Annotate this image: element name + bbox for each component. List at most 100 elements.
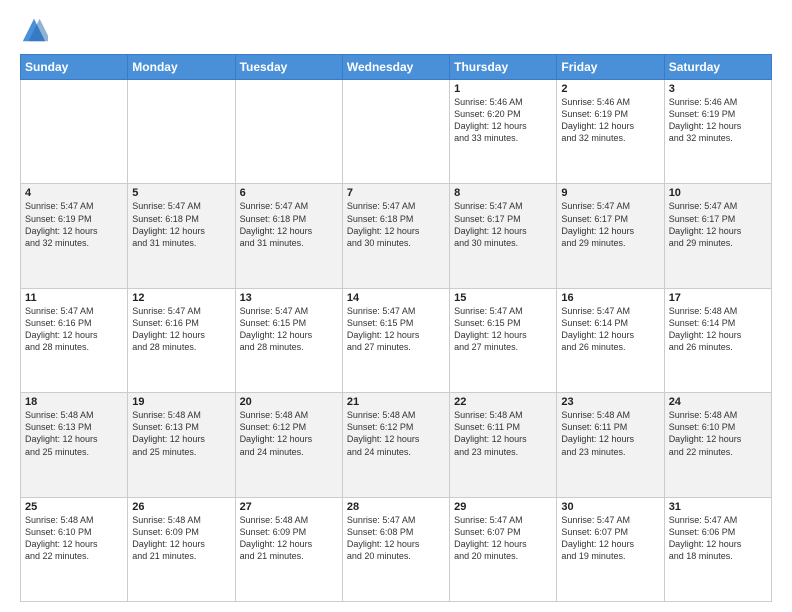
day-number: 20: [240, 396, 338, 408]
day-cell-15: 15Sunrise: 5:47 AM Sunset: 6:15 PM Dayli…: [450, 288, 557, 392]
day-number: 24: [669, 396, 767, 408]
logo: [20, 16, 52, 44]
day-cell-21: 21Sunrise: 5:48 AM Sunset: 6:12 PM Dayli…: [342, 393, 449, 497]
day-number: 21: [347, 396, 445, 408]
week-row-2: 4Sunrise: 5:47 AM Sunset: 6:19 PM Daylig…: [21, 184, 772, 288]
day-number: 30: [561, 501, 659, 513]
day-header-thursday: Thursday: [450, 55, 557, 80]
day-cell-30: 30Sunrise: 5:47 AM Sunset: 6:07 PM Dayli…: [557, 497, 664, 601]
day-number: 23: [561, 396, 659, 408]
day-cell-13: 13Sunrise: 5:47 AM Sunset: 6:15 PM Dayli…: [235, 288, 342, 392]
day-header-wednesday: Wednesday: [342, 55, 449, 80]
week-row-5: 25Sunrise: 5:48 AM Sunset: 6:10 PM Dayli…: [21, 497, 772, 601]
day-number: 29: [454, 501, 552, 513]
week-row-1: 1Sunrise: 5:46 AM Sunset: 6:20 PM Daylig…: [21, 80, 772, 184]
day-info: Sunrise: 5:48 AM Sunset: 6:09 PM Dayligh…: [240, 514, 338, 563]
day-info: Sunrise: 5:47 AM Sunset: 6:16 PM Dayligh…: [25, 305, 123, 354]
day-info: Sunrise: 5:48 AM Sunset: 6:12 PM Dayligh…: [347, 409, 445, 458]
day-number: 14: [347, 292, 445, 304]
day-cell-6: 6Sunrise: 5:47 AM Sunset: 6:18 PM Daylig…: [235, 184, 342, 288]
day-number: 31: [669, 501, 767, 513]
logo-icon: [20, 16, 48, 44]
day-number: 25: [25, 501, 123, 513]
day-info: Sunrise: 5:47 AM Sunset: 6:08 PM Dayligh…: [347, 514, 445, 563]
day-cell-12: 12Sunrise: 5:47 AM Sunset: 6:16 PM Dayli…: [128, 288, 235, 392]
day-number: 3: [669, 83, 767, 95]
day-info: Sunrise: 5:48 AM Sunset: 6:13 PM Dayligh…: [132, 409, 230, 458]
day-number: 19: [132, 396, 230, 408]
day-info: Sunrise: 5:47 AM Sunset: 6:17 PM Dayligh…: [561, 200, 659, 249]
day-cell-8: 8Sunrise: 5:47 AM Sunset: 6:17 PM Daylig…: [450, 184, 557, 288]
week-row-4: 18Sunrise: 5:48 AM Sunset: 6:13 PM Dayli…: [21, 393, 772, 497]
empty-cell: [128, 80, 235, 184]
day-info: Sunrise: 5:47 AM Sunset: 6:07 PM Dayligh…: [454, 514, 552, 563]
day-header-saturday: Saturday: [664, 55, 771, 80]
day-info: Sunrise: 5:47 AM Sunset: 6:17 PM Dayligh…: [669, 200, 767, 249]
day-number: 5: [132, 187, 230, 199]
day-cell-9: 9Sunrise: 5:47 AM Sunset: 6:17 PM Daylig…: [557, 184, 664, 288]
day-info: Sunrise: 5:47 AM Sunset: 6:07 PM Dayligh…: [561, 514, 659, 563]
day-info: Sunrise: 5:48 AM Sunset: 6:11 PM Dayligh…: [454, 409, 552, 458]
day-info: Sunrise: 5:47 AM Sunset: 6:15 PM Dayligh…: [454, 305, 552, 354]
day-info: Sunrise: 5:47 AM Sunset: 6:18 PM Dayligh…: [240, 200, 338, 249]
day-info: Sunrise: 5:48 AM Sunset: 6:11 PM Dayligh…: [561, 409, 659, 458]
day-info: Sunrise: 5:48 AM Sunset: 6:10 PM Dayligh…: [669, 409, 767, 458]
day-cell-24: 24Sunrise: 5:48 AM Sunset: 6:10 PM Dayli…: [664, 393, 771, 497]
empty-cell: [235, 80, 342, 184]
day-cell-28: 28Sunrise: 5:47 AM Sunset: 6:08 PM Dayli…: [342, 497, 449, 601]
day-info: Sunrise: 5:47 AM Sunset: 6:15 PM Dayligh…: [240, 305, 338, 354]
day-info: Sunrise: 5:47 AM Sunset: 6:16 PM Dayligh…: [132, 305, 230, 354]
day-cell-3: 3Sunrise: 5:46 AM Sunset: 6:19 PM Daylig…: [664, 80, 771, 184]
day-header-friday: Friday: [557, 55, 664, 80]
calendar-table: SundayMondayTuesdayWednesdayThursdayFrid…: [20, 54, 772, 602]
day-cell-31: 31Sunrise: 5:47 AM Sunset: 6:06 PM Dayli…: [664, 497, 771, 601]
day-number: 4: [25, 187, 123, 199]
day-info: Sunrise: 5:47 AM Sunset: 6:15 PM Dayligh…: [347, 305, 445, 354]
day-info: Sunrise: 5:46 AM Sunset: 6:19 PM Dayligh…: [561, 96, 659, 145]
calendar: SundayMondayTuesdayWednesdayThursdayFrid…: [20, 54, 772, 602]
day-info: Sunrise: 5:47 AM Sunset: 6:19 PM Dayligh…: [25, 200, 123, 249]
day-cell-14: 14Sunrise: 5:47 AM Sunset: 6:15 PM Dayli…: [342, 288, 449, 392]
day-cell-29: 29Sunrise: 5:47 AM Sunset: 6:07 PM Dayli…: [450, 497, 557, 601]
day-number: 10: [669, 187, 767, 199]
empty-cell: [21, 80, 128, 184]
day-number: 2: [561, 83, 659, 95]
day-number: 15: [454, 292, 552, 304]
day-info: Sunrise: 5:47 AM Sunset: 6:18 PM Dayligh…: [132, 200, 230, 249]
day-number: 27: [240, 501, 338, 513]
day-number: 6: [240, 187, 338, 199]
day-info: Sunrise: 5:48 AM Sunset: 6:09 PM Dayligh…: [132, 514, 230, 563]
day-cell-7: 7Sunrise: 5:47 AM Sunset: 6:18 PM Daylig…: [342, 184, 449, 288]
day-number: 8: [454, 187, 552, 199]
day-number: 22: [454, 396, 552, 408]
day-number: 1: [454, 83, 552, 95]
day-info: Sunrise: 5:48 AM Sunset: 6:10 PM Dayligh…: [25, 514, 123, 563]
day-headers-row: SundayMondayTuesdayWednesdayThursdayFrid…: [21, 55, 772, 80]
day-info: Sunrise: 5:48 AM Sunset: 6:14 PM Dayligh…: [669, 305, 767, 354]
day-number: 7: [347, 187, 445, 199]
day-header-sunday: Sunday: [21, 55, 128, 80]
day-info: Sunrise: 5:48 AM Sunset: 6:13 PM Dayligh…: [25, 409, 123, 458]
week-row-3: 11Sunrise: 5:47 AM Sunset: 6:16 PM Dayli…: [21, 288, 772, 392]
day-cell-16: 16Sunrise: 5:47 AM Sunset: 6:14 PM Dayli…: [557, 288, 664, 392]
day-cell-22: 22Sunrise: 5:48 AM Sunset: 6:11 PM Dayli…: [450, 393, 557, 497]
day-number: 12: [132, 292, 230, 304]
day-info: Sunrise: 5:46 AM Sunset: 6:19 PM Dayligh…: [669, 96, 767, 145]
day-info: Sunrise: 5:46 AM Sunset: 6:20 PM Dayligh…: [454, 96, 552, 145]
day-cell-5: 5Sunrise: 5:47 AM Sunset: 6:18 PM Daylig…: [128, 184, 235, 288]
day-cell-1: 1Sunrise: 5:46 AM Sunset: 6:20 PM Daylig…: [450, 80, 557, 184]
day-cell-27: 27Sunrise: 5:48 AM Sunset: 6:09 PM Dayli…: [235, 497, 342, 601]
day-header-monday: Monday: [128, 55, 235, 80]
day-cell-4: 4Sunrise: 5:47 AM Sunset: 6:19 PM Daylig…: [21, 184, 128, 288]
day-number: 13: [240, 292, 338, 304]
day-cell-18: 18Sunrise: 5:48 AM Sunset: 6:13 PM Dayli…: [21, 393, 128, 497]
day-cell-23: 23Sunrise: 5:48 AM Sunset: 6:11 PM Dayli…: [557, 393, 664, 497]
day-info: Sunrise: 5:47 AM Sunset: 6:14 PM Dayligh…: [561, 305, 659, 354]
day-cell-20: 20Sunrise: 5:48 AM Sunset: 6:12 PM Dayli…: [235, 393, 342, 497]
day-number: 9: [561, 187, 659, 199]
day-cell-17: 17Sunrise: 5:48 AM Sunset: 6:14 PM Dayli…: [664, 288, 771, 392]
day-cell-10: 10Sunrise: 5:47 AM Sunset: 6:17 PM Dayli…: [664, 184, 771, 288]
header: [20, 16, 772, 44]
day-cell-2: 2Sunrise: 5:46 AM Sunset: 6:19 PM Daylig…: [557, 80, 664, 184]
day-number: 16: [561, 292, 659, 304]
